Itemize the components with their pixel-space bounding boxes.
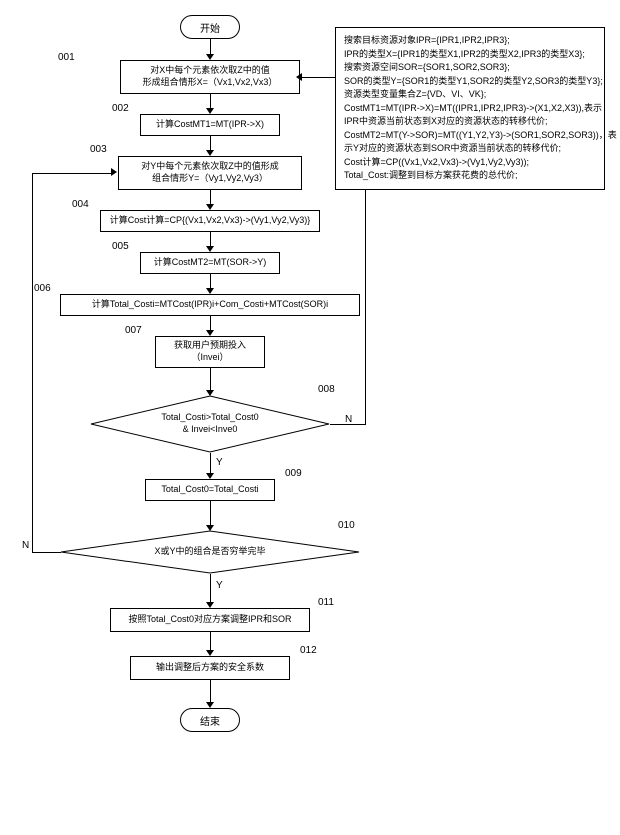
step-004: 计算Cost计算=CP{(Vx1,Vx2,Vx3)->(Vy1,Vy2,Vy3)… (100, 210, 320, 232)
branch-yes-008: Y (216, 457, 223, 468)
step-number-004: 004 (72, 199, 89, 210)
arrow-line (210, 680, 211, 704)
legend-line: Total_Cost:调整到目标方案获花费的总代价; (344, 169, 596, 183)
step-001-text: 对X中每个元素依次取Z中的值形成组合情形X=（Vx1,Vx2,Vx3） (143, 65, 278, 88)
arrow-line (210, 574, 211, 604)
step-number-011: 011 (318, 597, 334, 608)
step-005: 计算CostMT2=MT(SOR->Y) (140, 252, 280, 274)
legend-line: 示Y对应的资源状态到SOR中资源当前状态的转移代价; (344, 142, 596, 156)
legend-line: 搜索目标资源对象IPR={IPR1,IPR2,IPR3}; (344, 34, 596, 48)
legend-line: 搜索资源空间SOR={SOR1,SOR2,SOR3}; (344, 61, 596, 75)
step-number-003: 003 (90, 144, 107, 155)
step-007: 获取用户预期投入（Invei） (155, 336, 265, 368)
arrow-line (210, 453, 211, 475)
legend-line: CostMT2=MT(Y->SOR)=MT((Y1,Y2,Y3)->(SOR1,… (344, 129, 596, 143)
step-007-text: 获取用户预期投入（Invei） (174, 340, 246, 363)
step-number-007: 007 (125, 325, 142, 336)
step-011: 按照Total_Cost0对应方案调整IPR和SOR (110, 608, 310, 632)
arrow-line (210, 501, 211, 527)
step-number-008: 008 (318, 384, 335, 395)
step-010: X或Y中的组合是否穷举完毕 (60, 530, 360, 574)
step-005-text: 计算CostMT2=MT(SOR->Y) (154, 257, 267, 269)
end-terminator: 结束 (180, 708, 240, 732)
arrow-head (111, 168, 117, 176)
step-number-001: 001 (58, 52, 75, 63)
step-003-text: 对Y中每个元素依次取Z中的值形成组合情形Y=（Vy1,Vy2,Vy3） (141, 161, 279, 184)
step-number-012: 012 (300, 645, 317, 656)
legend-line: CostMT1=MT(IPR->X)=MT((IPR1,IPR2,IPR3)->… (344, 102, 596, 116)
step-004-text: 计算Cost计算=CP{(Vx1,Vx2,Vx3)->(Vy1,Vy2,Vy3)… (110, 215, 311, 227)
step-003: 对Y中每个元素依次取Z中的值形成组合情形Y=（Vy1,Vy2,Vy3） (118, 156, 302, 190)
legend-line: 资源类型变量集合Z={VD、VI、VK}; (344, 88, 596, 102)
legend-line: Cost计算=CP((Vx1,Vx2,Vx3)->(Vy1,Vy2,Vy3)); (344, 156, 596, 170)
start-text: 开始 (200, 20, 220, 35)
branch-no-010: N (22, 540, 29, 551)
step-number-006: 006 (34, 283, 51, 294)
step-006: 计算Total_Costi=MTCost(IPR)i+Com_Costi+MTC… (60, 294, 360, 316)
arrow-line (32, 552, 61, 553)
step-002-text: 计算CostMT1=MT(IPR->X) (156, 119, 264, 131)
step-008-text: Total_Costi>Total_Cost0& Invei<Inve0 (141, 412, 278, 435)
step-number-002: 002 (112, 103, 129, 114)
step-number-009: 009 (285, 468, 302, 479)
legend-line: IPR的类型X={IPR1的类型X1,IPR2的类型X2,IPR3的类型X3}; (344, 48, 596, 62)
arrow-line (32, 173, 33, 553)
step-008: Total_Costi>Total_Cost0& Invei<Inve0 (90, 395, 330, 453)
step-012: 输出调整后方案的安全系数 (130, 656, 290, 680)
legend-box: 搜索目标资源对象IPR={IPR1,IPR2,IPR3}; IPR的类型X={I… (335, 27, 605, 190)
arrow-line (32, 173, 114, 174)
end-text: 结束 (200, 713, 220, 728)
start-terminator: 开始 (180, 15, 240, 39)
step-001: 对X中每个元素依次取Z中的值形成组合情形X=（Vx1,Vx2,Vx3） (120, 60, 300, 94)
step-010-text: X或Y中的组合是否穷举完毕 (134, 546, 285, 558)
step-006-text: 计算Total_Costi=MTCost(IPR)i+Com_Costi+MTC… (92, 299, 328, 311)
arrow-head (296, 73, 302, 81)
step-number-005: 005 (112, 241, 129, 252)
step-011-text: 按照Total_Cost0对应方案调整IPR和SOR (128, 614, 291, 626)
step-012-text: 输出调整后方案的安全系数 (156, 662, 264, 674)
step-002: 计算CostMT1=MT(IPR->X) (140, 114, 280, 136)
legend-line: IPR中资源当前状态到X对应的资源状态的转移代价; (344, 115, 596, 129)
step-009-text: Total_Cost0=Total_Costi (161, 484, 258, 496)
arrow-line (330, 424, 365, 425)
step-009: Total_Cost0=Total_Costi (145, 479, 275, 501)
branch-yes-010: Y (216, 580, 223, 591)
legend-line: SOR的类型Y={SOR1的类型Y1,SOR2的类型Y2,SOR3的类型Y3}; (344, 75, 596, 89)
arrow-line (210, 632, 211, 652)
arrow-line (210, 368, 211, 392)
